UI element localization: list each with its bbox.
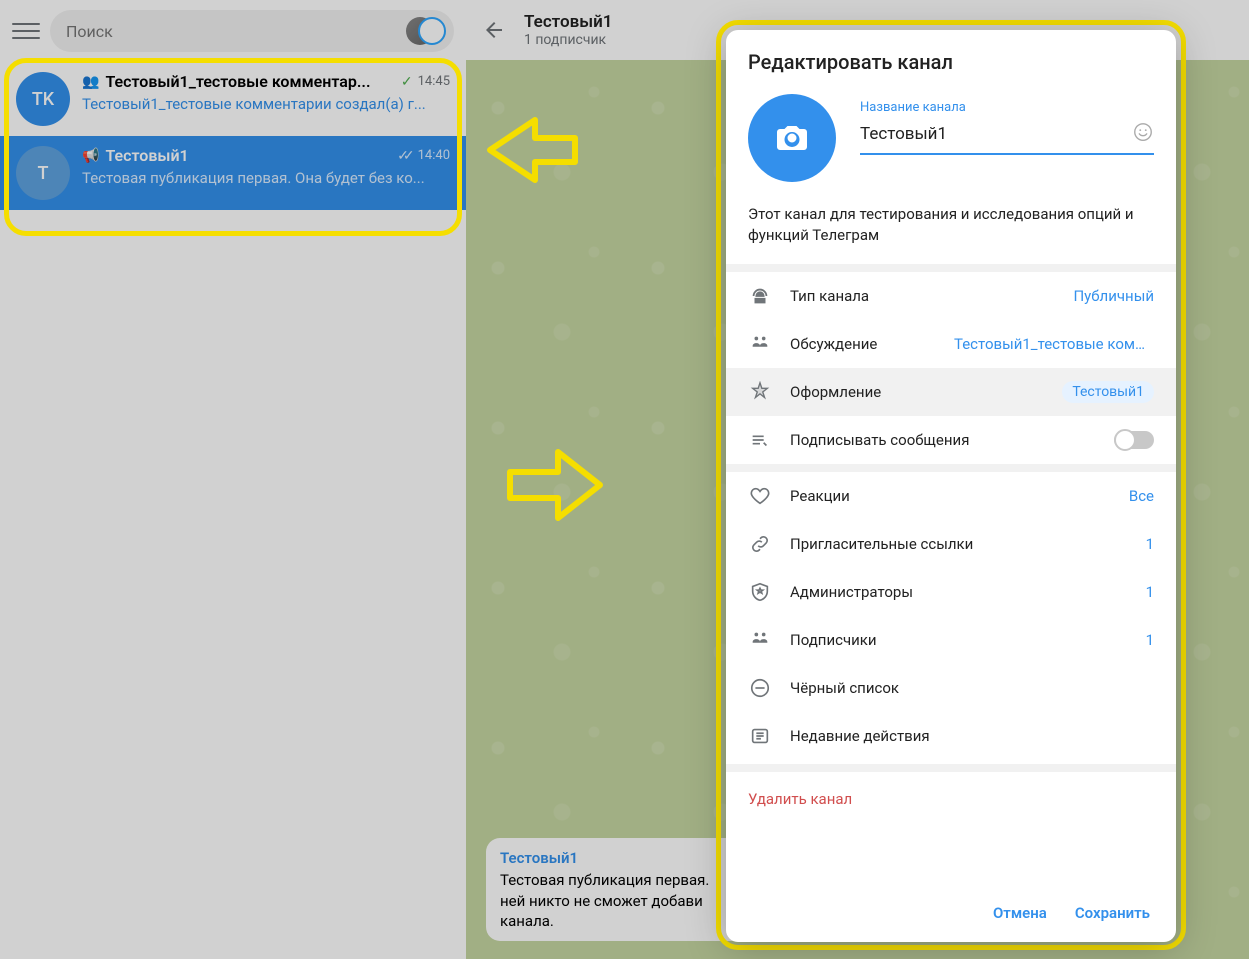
chat-time: 14:40 (397, 148, 450, 164)
setting-value: Все (1129, 487, 1154, 505)
chat-preview: Тестовая публикация первая. Она будет бе… (82, 169, 450, 187)
setting-label: Подписывать сообщения (790, 431, 1096, 449)
discussion-row[interactable]: Обсуждение Тестовый1_тестовые коммент... (726, 320, 1176, 368)
appearance-row[interactable]: Оформление Тестовый1 (726, 368, 1176, 416)
chat-preview: Тестовый1_тестовые комментарии создал(а)… (82, 95, 450, 113)
setting-label: Обсуждение (790, 335, 936, 353)
setting-label: Администраторы (790, 583, 1128, 601)
megaphone-icon: 📢 (82, 148, 99, 164)
setting-label: Чёрный список (790, 679, 1154, 697)
sign-icon (748, 428, 772, 452)
channel-name-input[interactable] (860, 124, 1132, 144)
modal-footer: Отмена Сохранить (726, 884, 1176, 942)
back-arrow-icon[interactable] (482, 18, 506, 42)
setting-value: 1 (1146, 583, 1154, 601)
blacklist-row[interactable]: Чёрный список (726, 664, 1176, 712)
chat-header-title[interactable]: Тестовый1 1 подписчик (524, 12, 612, 48)
lock-icon (748, 284, 772, 308)
admins-row[interactable]: Администраторы 1 (726, 568, 1176, 616)
chat-avatar: TK (16, 72, 70, 126)
channel-description[interactable]: Этот канал для тестирования и исследован… (726, 188, 1176, 264)
invite-links-row[interactable]: Пригласительные ссылки 1 (726, 520, 1176, 568)
chat-avatar: T (16, 146, 70, 200)
account-avatars[interactable] (406, 15, 448, 47)
link-icon (748, 532, 772, 556)
setting-value: 1 (1146, 535, 1154, 553)
message-bubble[interactable]: Тестовый1 Тестовая публикация первая. не… (486, 838, 746, 941)
delete-channel-button[interactable]: Удалить канал (726, 764, 1176, 826)
shield-icon (748, 580, 772, 604)
sidebar: TK 👥 Тестовый1_тестовые комментар... 14:… (0, 0, 466, 959)
chat-title: Тестовый1 (105, 146, 391, 165)
message-sender: Тестовый1 (500, 848, 732, 868)
chat-item[interactable]: TK 👥 Тестовый1_тестовые комментар... 14:… (0, 62, 466, 136)
set-photo-button[interactable] (748, 94, 836, 182)
chat-time: 14:45 (401, 74, 450, 90)
name-label: Название канала (860, 100, 1154, 115)
emoji-icon[interactable] (1132, 121, 1154, 147)
setting-label: Недавние действия (790, 727, 1154, 745)
group-icon: 👥 (82, 74, 99, 90)
save-button[interactable]: Сохранить (1075, 904, 1150, 922)
read-tick-icon (401, 74, 415, 90)
list-icon (748, 724, 772, 748)
sign-messages-row[interactable]: Подписывать сообщения (726, 416, 1176, 464)
edit-channel-modal: Редактировать канал Название канала Этот… (726, 30, 1176, 942)
sign-messages-toggle[interactable] (1114, 431, 1154, 449)
discussion-icon (748, 332, 772, 356)
read-tick-icon (397, 148, 414, 164)
setting-value-badge: Тестовый1 (1062, 381, 1154, 403)
chat-title: Тестовый1_тестовые комментар... (105, 72, 394, 91)
chat-list: TK 👥 Тестовый1_тестовые комментар... 14:… (0, 62, 466, 210)
setting-label: Тип канала (790, 287, 1055, 305)
chat-header-name: Тестовый1 (524, 12, 612, 32)
modal-title: Редактировать канал (726, 30, 1176, 88)
setting-label: Пригласительные ссылки (790, 535, 1128, 553)
sidebar-top (0, 0, 466, 62)
cancel-button[interactable]: Отмена (993, 904, 1047, 922)
setting-label: Подписчики (790, 631, 1128, 649)
setting-value: Публичный (1073, 287, 1154, 305)
setting-value: 1 (1146, 631, 1154, 649)
message-body: Тестовая публикация первая. ней никто не… (500, 870, 732, 931)
reactions-row[interactable]: Реакции Все (726, 472, 1176, 520)
minus-circle-icon (748, 676, 772, 700)
camera-icon (774, 120, 810, 156)
heart-icon (748, 484, 772, 508)
appearance-icon (748, 380, 772, 404)
setting-label: Реакции (790, 487, 1111, 505)
recent-actions-row[interactable]: Недавние действия (726, 712, 1176, 760)
setting-value: Тестовый1_тестовые коммент... (954, 335, 1154, 353)
channel-type-row[interactable]: Тип канала Публичный (726, 272, 1176, 320)
chat-item-selected[interactable]: T 📢 Тестовый1 14:40 Тестовая публикация … (0, 136, 466, 210)
users-icon (748, 628, 772, 652)
chat-header-subtitle: 1 подписчик (524, 32, 612, 48)
setting-label: Оформление (790, 383, 1044, 401)
search-field[interactable] (50, 10, 454, 52)
subscribers-row[interactable]: Подписчики 1 (726, 616, 1176, 664)
search-input[interactable] (66, 22, 438, 41)
menu-button[interactable] (12, 17, 40, 45)
